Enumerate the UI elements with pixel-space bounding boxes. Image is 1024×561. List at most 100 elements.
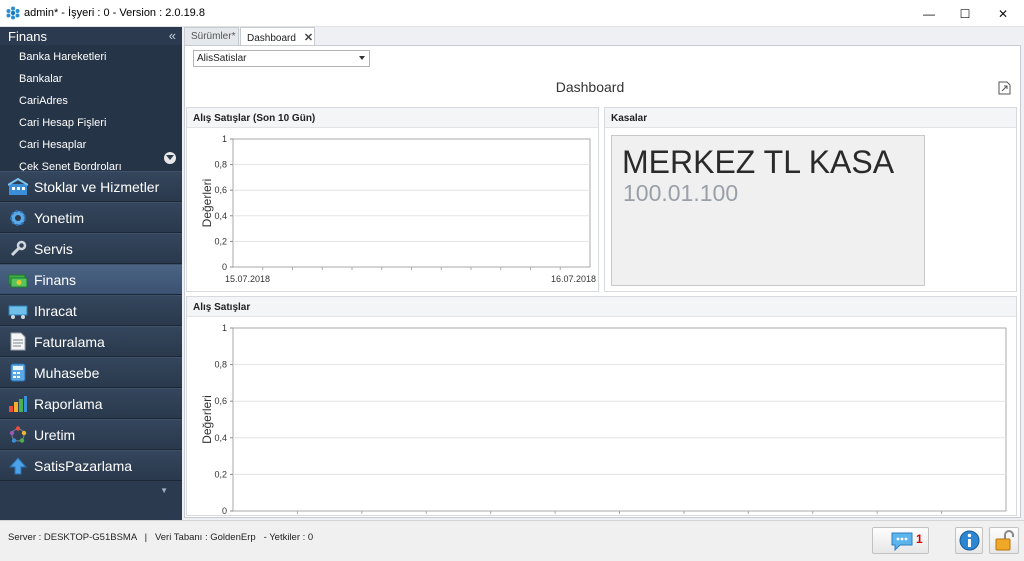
sidebar-footer: ▼ bbox=[0, 481, 182, 505]
dropdown-arrow-icon bbox=[359, 56, 365, 60]
sidebar-group-servis[interactable]: Servis bbox=[0, 233, 182, 264]
minimize-icon: — bbox=[923, 6, 935, 21]
production-icon bbox=[8, 425, 28, 445]
tab-label: Sürümler* bbox=[191, 31, 236, 42]
kasa-name: MERKEZ TL KASA bbox=[622, 144, 895, 180]
sidebar-group-yonetim[interactable]: Yonetim bbox=[0, 202, 182, 233]
plot-area bbox=[232, 138, 591, 268]
dashboard-content: AlisSatislar Dashboard Alış Satışlar (So… bbox=[184, 45, 1021, 518]
minimize-button[interactable]: — bbox=[910, 0, 948, 27]
warehouse-icon bbox=[8, 177, 28, 197]
y-axis-label: Değerleri bbox=[200, 395, 214, 444]
sidebar-group-raporlama[interactable]: Raporlama bbox=[0, 388, 182, 419]
title-bar: admin* - İşyeri : 0 - Version : 2.0.19.8… bbox=[0, 0, 1024, 27]
chart-last-10-days: 0 0,2 0,4 0,6 0,8 1 Değerleri 15.07.2018 16.07.2… bbox=[200, 134, 596, 284]
y-axis-label: Değerleri bbox=[200, 179, 214, 228]
sidebar-header: Finans « bbox=[0, 27, 182, 45]
page-title: Dashboard bbox=[555, 79, 625, 95]
sidebar-item-cariadres[interactable]: CariAdres bbox=[0, 89, 182, 111]
sidebar-group-label: Finans bbox=[34, 271, 77, 288]
y-tick-label: 0 bbox=[222, 506, 227, 515]
y-tick-label: 0,6 bbox=[214, 185, 227, 195]
kasa-card[interactable]: MERKEZ TL KASA 100.01.100 bbox=[611, 135, 925, 286]
gear-icon bbox=[8, 208, 28, 228]
main-area: Sürümler* Dashboard ✕ AlisSatislar Dashbo… bbox=[182, 27, 1024, 520]
window-title: admin* - İşyeri : 0 - Version : 2.0.19.8 bbox=[24, 7, 205, 19]
sidebar-group-label: Muhasebe bbox=[34, 364, 100, 381]
export-icon[interactable] bbox=[998, 81, 1011, 95]
lock-icon bbox=[995, 530, 1014, 551]
status-text: Server : DESKTOP-G51BSMA | Veri Tabanı :… bbox=[8, 532, 314, 543]
invoice-icon bbox=[8, 332, 28, 352]
kasa-code: 100.01.100 bbox=[623, 180, 739, 206]
chart-alis-satislar: 0 0,2 0,4 0,6 0,8 1 Değerleri bbox=[200, 323, 1007, 515]
sidebar-item-cari-hesaplar[interactable]: Cari Hesaplar bbox=[0, 133, 182, 155]
sidebar-group-finans[interactable]: Finans bbox=[0, 264, 182, 295]
sidebar-sub-list: Banka Hareketleri Bankalar CariAdres Car… bbox=[0, 45, 182, 171]
chart-panel-alis-satislar: Alış Satışlar 0 0,2 0,4 0,6 0,8 1 Değerleri bbox=[186, 296, 1017, 516]
y-tick-label: 0 bbox=[222, 262, 227, 272]
sidebar-item-cari-hesap-fisleri[interactable]: Cari Hesap Fişleri bbox=[0, 111, 182, 133]
y-tick-label: 0,6 bbox=[214, 396, 227, 406]
y-tick-label: 0,8 bbox=[214, 160, 227, 170]
lock-button[interactable] bbox=[989, 527, 1019, 554]
bar-chart-icon bbox=[8, 394, 28, 414]
status-bar: Server : DESKTOP-G51BSMA | Veri Tabanı :… bbox=[0, 520, 1024, 561]
sidebar-item-bankalar[interactable]: Bankalar bbox=[0, 67, 182, 89]
money-icon bbox=[8, 270, 28, 290]
maximize-icon: ☐ bbox=[959, 6, 971, 21]
sidebar-item-banka-hareketleri[interactable]: Banka Hareketleri bbox=[0, 45, 182, 67]
y-tick-label: 1 bbox=[222, 323, 227, 333]
sidebar-group-stoklar[interactable]: Stoklar ve Hizmetler bbox=[0, 171, 182, 202]
y-tick-label: 0,8 bbox=[214, 360, 227, 370]
calculator-icon bbox=[8, 363, 28, 383]
sidebar-group-faturalama[interactable]: Faturalama bbox=[0, 326, 182, 357]
sidebar-group-label: Faturalama bbox=[34, 333, 105, 350]
sidebar-group-label: Ihracat bbox=[34, 302, 77, 319]
panel-title: Kasalar bbox=[605, 108, 1016, 128]
plot-area bbox=[232, 327, 1007, 512]
arrow-up-icon bbox=[8, 456, 28, 476]
chevron-down-icon bbox=[166, 155, 174, 160]
y-tick-label: 0,4 bbox=[214, 211, 227, 221]
dashboard-select-value: AlisSatislar bbox=[197, 53, 247, 64]
tab-surumler[interactable]: Sürümler* bbox=[184, 27, 239, 45]
tab-dashboard[interactable]: Dashboard ✕ bbox=[240, 27, 315, 45]
dashboard-select[interactable]: AlisSatislar bbox=[193, 50, 370, 67]
notifications-button[interactable]: 1 bbox=[872, 527, 929, 554]
truck-icon bbox=[8, 301, 28, 321]
kasalar-panel: Kasalar MERKEZ TL KASA 100.01.100 bbox=[604, 107, 1017, 292]
close-icon: ✕ bbox=[997, 6, 1009, 21]
y-tick-label: 0,2 bbox=[214, 236, 227, 246]
sidebar-group-uretim[interactable]: Uretim bbox=[0, 419, 182, 450]
y-tick-label: 0,4 bbox=[214, 433, 227, 443]
y-tick-label: 1 bbox=[222, 134, 227, 144]
y-tick-label: 0,2 bbox=[214, 469, 227, 479]
info-icon bbox=[959, 530, 980, 551]
sidebar-group-muhasebe[interactable]: Muhasebe bbox=[0, 357, 182, 388]
maximize-button[interactable]: ☐ bbox=[946, 0, 984, 27]
panel-title: Alış Satışlar (Son 10 Gün) bbox=[187, 108, 598, 128]
x-tick-label: 16.07.2018 bbox=[551, 274, 596, 284]
sidebar-group-label: Servis bbox=[34, 240, 73, 257]
overflow-chevron-icon[interactable]: ▼ bbox=[160, 486, 168, 495]
tab-label: Dashboard bbox=[247, 33, 296, 44]
info-button[interactable] bbox=[955, 527, 983, 554]
x-tick-label: 15.07.2018 bbox=[225, 274, 270, 284]
close-button[interactable]: ✕ bbox=[984, 0, 1022, 27]
chart-panel-last-10-days: Alış Satışlar (Son 10 Gün) 0 0,2 0,4 0,6 0,8… bbox=[186, 107, 599, 292]
notification-count-badge: 1 bbox=[916, 532, 923, 546]
sidebar-group-satispazarlama[interactable]: SatisPazarlama bbox=[0, 450, 182, 481]
sidebar: Finans « Banka Hareketleri Bankalar Cari… bbox=[0, 27, 182, 520]
sidebar-group-label: SatisPazarlama bbox=[34, 457, 133, 474]
sidebar-header-title: Finans bbox=[8, 29, 48, 44]
sidebar-item-cek-senet-bordrolari[interactable]: Çek Senet Bordroları bbox=[0, 155, 182, 171]
collapse-sidebar-icon[interactable]: « bbox=[169, 28, 176, 43]
tab-strip: Sürümler* Dashboard ✕ bbox=[184, 27, 1020, 45]
panel-title: Alış Satışlar bbox=[187, 297, 1016, 317]
close-tab-icon[interactable]: ✕ bbox=[304, 32, 313, 44]
sidebar-group-label: Stoklar ve Hizmetler bbox=[34, 178, 160, 195]
scroll-down-button[interactable] bbox=[164, 152, 176, 164]
wrench-icon bbox=[8, 239, 28, 259]
sidebar-group-ihracat[interactable]: Ihracat bbox=[0, 295, 182, 326]
